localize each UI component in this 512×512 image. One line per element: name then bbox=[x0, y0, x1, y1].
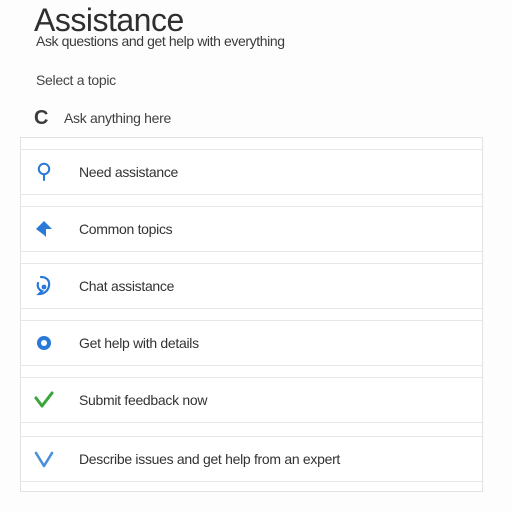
list-item-label: Describe issues and get help from an exp… bbox=[79, 451, 341, 467]
search-icon: C bbox=[34, 107, 49, 129]
chevron-down-icon bbox=[31, 446, 57, 472]
chat-bubble-icon bbox=[31, 273, 57, 299]
list-item-common-topics[interactable]: Common topics bbox=[21, 206, 482, 252]
location-pin-icon bbox=[31, 159, 57, 185]
list-item-label: Submit feedback now bbox=[79, 392, 208, 408]
diamond-arrow-icon bbox=[31, 216, 57, 242]
list-item-describe-issues[interactable]: Describe issues and get help from an exp… bbox=[21, 436, 482, 482]
list-item-label: Chat assistance bbox=[79, 278, 175, 294]
list-item-label: Common topics bbox=[79, 221, 173, 237]
search-text: Ask anything here bbox=[64, 110, 171, 126]
list-item-get-help[interactable]: Get help with details bbox=[21, 320, 482, 366]
search-row[interactable]: C Ask anything here bbox=[34, 106, 171, 130]
list-item-submit-feedback[interactable]: Submit feedback now bbox=[21, 377, 482, 423]
list-item-need-assistance[interactable]: Need assistance bbox=[21, 149, 482, 195]
page-subtitle: Ask questions and get help with everythi… bbox=[36, 33, 285, 49]
list-item-label: Get help with details bbox=[79, 335, 199, 351]
checkmark-icon bbox=[31, 387, 57, 413]
topic-list: Need assistance Common topics Chat assis… bbox=[20, 137, 483, 492]
radio-dot-icon bbox=[31, 330, 57, 356]
assistance-page: Assistance Ask questions and get help wi… bbox=[0, 0, 512, 512]
section-label: Select a topic bbox=[36, 72, 116, 88]
list-item-chat-assistance[interactable]: Chat assistance bbox=[21, 263, 482, 309]
list-item-label: Need assistance bbox=[79, 164, 179, 180]
